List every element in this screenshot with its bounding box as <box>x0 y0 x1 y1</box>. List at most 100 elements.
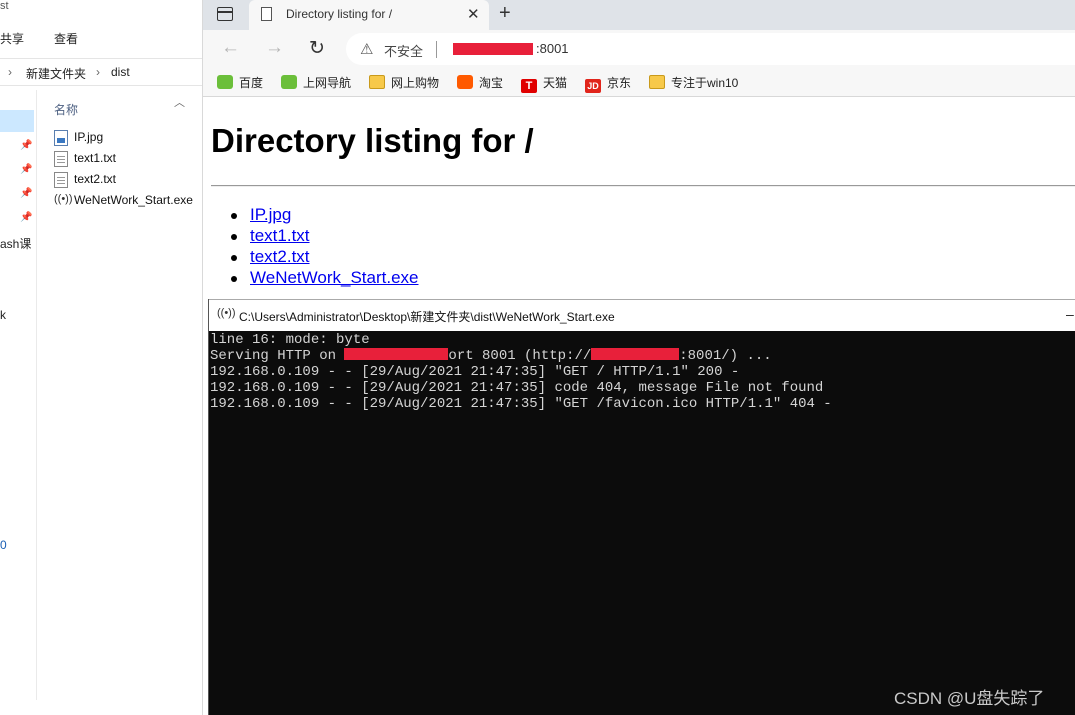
tmall-icon: T <box>521 79 537 93</box>
console-line: line 16: mode: byte <box>210 332 370 348</box>
folder-icon <box>369 75 385 89</box>
file-row-wenetwork-exe[interactable]: ((•))WeNetWork_Start.exe <box>54 193 193 214</box>
back-arrow-icon[interactable]: ← <box>221 37 240 59</box>
console-window[interactable]: ((•)) C:\Users\Administrator\Desktop\新建文… <box>208 299 1075 715</box>
file-name: WeNetWork_Start.exe <box>74 193 193 208</box>
nav-item-label[interactable]: 0 <box>0 538 7 552</box>
breadcrumb-chevron-icon: › <box>96 65 100 79</box>
console-title-bar[interactable]: ((•)) C:\Users\Administrator\Desktop\新建文… <box>209 299 1075 331</box>
url-port-text: :8001 <box>536 41 569 56</box>
insecure-label[interactable]: 不安全 <box>384 41 423 60</box>
explorer-nav-pane: 📌 📌 📌 📌 ash课 k 0 <box>0 90 37 700</box>
refresh-icon[interactable]: ↻ <box>309 37 325 60</box>
pin-icon: 📌 <box>20 164 33 175</box>
url-divider <box>436 41 437 58</box>
list-item: text2.txt <box>231 247 419 268</box>
console-title: C:\Users\Administrator\Desktop\新建文件夹\dis… <box>239 310 615 324</box>
nav-item-label[interactable]: k <box>0 308 6 322</box>
bookmark-label: 网上购物 <box>391 76 440 90</box>
link-text1[interactable]: text1.txt <box>250 226 310 245</box>
bookmark-jd[interactable]: JD 京东 <box>585 74 631 93</box>
broadcast-app-icon: ((•)) <box>54 193 73 205</box>
taobao-icon <box>457 75 473 89</box>
link-text2[interactable]: text2.txt <box>250 247 310 266</box>
file-name: text2.txt <box>74 172 117 187</box>
ribbon-tab-view[interactable]: 查看 <box>54 30 78 47</box>
text-file-icon <box>54 172 68 188</box>
bookmark-web-nav[interactable]: 上网导航 <box>281 74 351 91</box>
hao-icon <box>217 75 233 89</box>
browser-window: Directory listing for / ✕ + ← → ↻ ⚠ 不安全 … <box>203 0 1075 300</box>
ribbon-tab-share[interactable]: 共享 <box>0 30 24 47</box>
file-name: IP.jpg <box>74 130 104 145</box>
bookmark-taobao[interactable]: 淘宝 <box>457 74 503 91</box>
tab-actions-icon[interactable] <box>217 7 233 21</box>
file-name: text1.txt <box>74 151 117 166</box>
explorer-address-bar[interactable]: › 新建文件夹 › dist <box>0 58 202 86</box>
redacted-host <box>453 43 533 55</box>
csdn-watermark: CSDN @U盘失踪了 <box>894 689 1045 708</box>
bookmarks-bar: 百度 上网导航 网上购物 淘宝 T 天猫 JD 京东 专注于win10 <box>203 68 1075 97</box>
file-row-ip-jpg[interactable]: IP.jpg <box>54 130 193 151</box>
forward-arrow-icon[interactable]: → <box>265 37 284 59</box>
nav-item-label[interactable]: ash课 <box>0 235 31 252</box>
horizontal-rule <box>211 185 1075 187</box>
folder-icon <box>649 75 665 89</box>
console-line: 192.168.0.109 - - [29/Aug/2021 21:47:35]… <box>210 396 832 412</box>
nav-item-selected[interactable] <box>0 110 34 132</box>
file-row-text1[interactable]: text1.txt <box>54 151 193 172</box>
jd-icon: JD <box>585 79 601 93</box>
redacted-ip <box>591 348 680 360</box>
text-file-icon <box>54 151 68 167</box>
file-row-text2[interactable]: text2.txt <box>54 172 193 193</box>
console-text: :8001/) ... <box>679 348 772 364</box>
console-line: 192.168.0.109 - - [29/Aug/2021 21:47:35]… <box>210 364 740 380</box>
directory-link-list: IP.jpg text1.txt text2.txt WeNetWork_Sta… <box>231 205 419 289</box>
bookmark-label: 京东 <box>607 76 632 90</box>
console-line: Serving HTTP on ort 8001 (http:// :8001/)… <box>210 348 832 364</box>
list-item: WeNetWork_Start.exe <box>231 268 419 289</box>
page-heading: Directory listing for / <box>211 122 534 159</box>
bookmark-baidu[interactable]: 百度 <box>217 74 263 91</box>
link-ip-jpg[interactable]: IP.jpg <box>250 205 291 224</box>
breadcrumb-item-dist[interactable]: dist <box>111 65 130 79</box>
console-text: ort 8001 (http:// <box>448 348 592 364</box>
pin-icon: 📌 <box>20 212 33 223</box>
explorer-ribbon-menu: 共享 查看 <box>0 30 202 50</box>
new-tab-plus-icon[interactable]: + <box>499 2 511 25</box>
list-item: text1.txt <box>231 226 419 247</box>
image-file-icon <box>54 130 68 146</box>
close-tab-icon[interactable]: ✕ <box>467 5 480 23</box>
bookmark-tmall[interactable]: T 天猫 <box>521 74 567 93</box>
bookmark-label: 上网导航 <box>303 76 352 90</box>
minimize-icon[interactable]: – <box>1066 306 1074 322</box>
pin-icon: 📌 <box>20 140 33 151</box>
pin-icon: 📌 <box>20 188 33 199</box>
page-icon <box>261 7 272 21</box>
console-text: Serving HTTP on <box>210 348 345 364</box>
link-wenetwork-exe[interactable]: WeNetWork_Start.exe <box>250 268 419 287</box>
bookmark-label: 专注于win10 <box>671 76 739 90</box>
explorer-title-fragment: st <box>0 0 9 12</box>
file-list: IP.jpg text1.txt text2.txt ((•))WeNetWor… <box>54 130 193 214</box>
broadcast-app-icon: ((•)) <box>217 307 236 319</box>
browser-tab-active[interactable]: Directory listing for / ✕ <box>249 0 489 30</box>
browser-tab-bar: Directory listing for / ✕ + <box>203 0 1075 30</box>
breadcrumb-item-folder[interactable]: 新建文件夹 <box>26 65 86 82</box>
file-explorer-window: st 共享 查看 › 新建文件夹 › dist 📌 📌 📌 📌 ash课 k 0… <box>0 0 203 715</box>
bookmark-win10[interactable]: 专注于win10 <box>649 74 738 91</box>
address-bar[interactable]: ⚠ 不安全 :8001 <box>346 33 1075 65</box>
bookmark-label: 百度 <box>239 76 264 90</box>
sort-chevron-up-icon[interactable]: ︿ <box>174 94 185 110</box>
bookmark-label: 天猫 <box>543 76 568 90</box>
column-header-name[interactable]: 名称 <box>54 101 78 118</box>
browser-toolbar: ← → ↻ ⚠ 不安全 :8001 <box>203 30 1075 68</box>
redacted-ip <box>344 348 449 360</box>
warning-triangle-icon[interactable]: ⚠ <box>360 40 373 58</box>
bookmark-shopping[interactable]: 网上购物 <box>369 74 439 91</box>
console-line: 192.168.0.109 - - [29/Aug/2021 21:47:35]… <box>210 380 824 396</box>
hao-icon <box>281 75 297 89</box>
breadcrumb-chevron-icon: › <box>8 65 12 79</box>
list-item: IP.jpg <box>231 205 419 226</box>
tab-title: Directory listing for / <box>286 7 393 21</box>
